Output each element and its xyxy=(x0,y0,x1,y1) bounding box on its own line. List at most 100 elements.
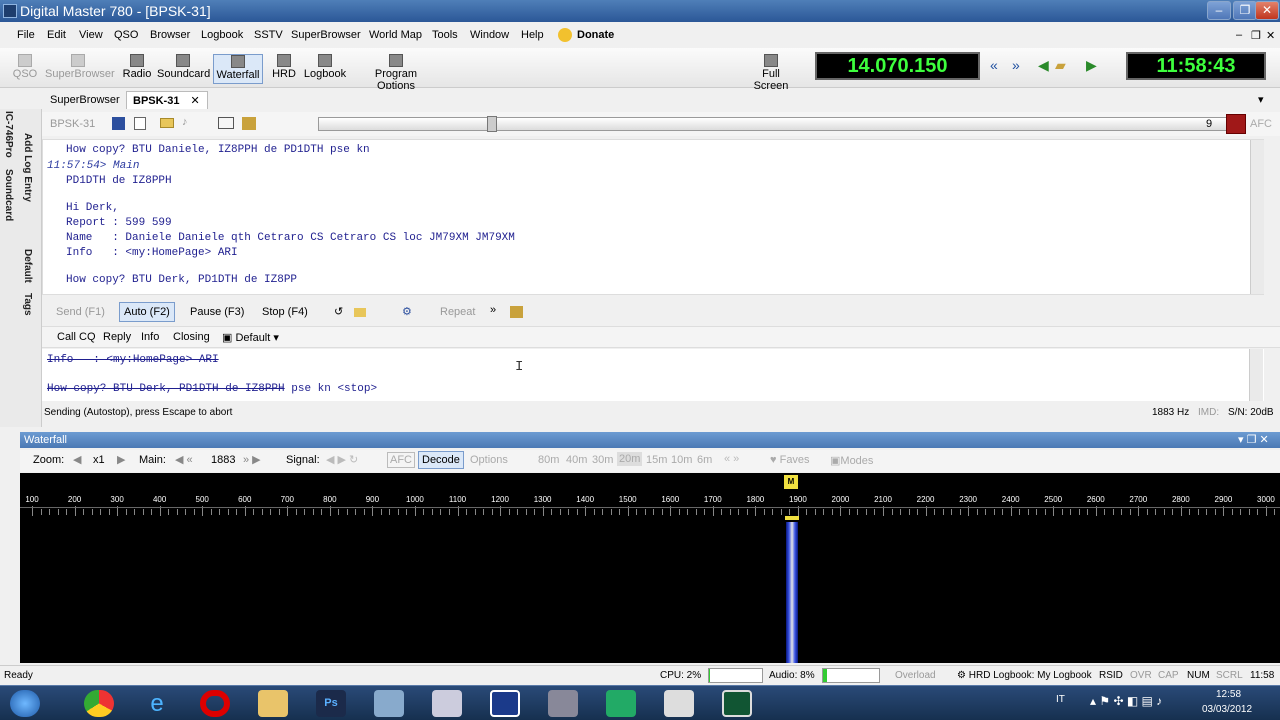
band-30m[interactable]: 30m xyxy=(592,454,613,466)
menu-world-map[interactable]: World Map xyxy=(369,29,422,41)
band-80m[interactable]: 80m xyxy=(538,454,559,466)
rx-scrollbar[interactable] xyxy=(1250,140,1264,294)
menu-file[interactable]: File xyxy=(17,29,35,41)
slider-thumb[interactable] xyxy=(487,116,497,132)
app-icon-misc[interactable] xyxy=(548,690,578,717)
waterfall-button[interactable]: Waterfall xyxy=(213,54,263,84)
macro-default-dropdown[interactable]: ▣ Default ▾ xyxy=(222,331,279,344)
app-icon-penguin[interactable] xyxy=(664,690,694,717)
sidebar-tab-default[interactable]: Default xyxy=(22,249,33,283)
sidebar-tab-tags[interactable]: Tags xyxy=(22,293,33,316)
save-icon[interactable] xyxy=(112,117,125,130)
superbrowser-button[interactable]: SuperBrowser xyxy=(45,54,115,84)
sidebar-tab-add-log-entry[interactable]: Add Log Entry xyxy=(22,133,33,202)
mode-select[interactable]: BPSK-31 xyxy=(50,118,95,130)
tab-menu-icon[interactable]: ▾ ✕ xyxy=(1252,91,1280,124)
modes-button[interactable]: ▣Modes xyxy=(830,454,873,467)
band-15m[interactable]: 15m xyxy=(646,454,667,466)
tab-bpsk31[interactable]: BPSK-31 ✕ xyxy=(126,91,208,109)
menu-donate[interactable]: Donate xyxy=(577,29,614,41)
start-button-icon[interactable] xyxy=(10,690,40,717)
print-icon[interactable] xyxy=(134,117,146,130)
back-arrow-icon[interactable]: ◀ xyxy=(1038,57,1049,74)
monitor-app-icon[interactable] xyxy=(722,690,752,717)
waterfall-options-button[interactable]: Options xyxy=(470,454,508,466)
undo-icon[interactable]: ↺ xyxy=(334,305,343,318)
language-indicator[interactable]: IT xyxy=(1056,694,1065,705)
stop-button[interactable]: Stop (F4) xyxy=(262,306,308,318)
calculator-icon[interactable] xyxy=(432,690,462,717)
band-10m[interactable]: 10m xyxy=(671,454,692,466)
menu-tools[interactable]: Tools xyxy=(432,29,458,41)
signal-nav-icon[interactable]: ◀ ▶ ↻ xyxy=(326,453,358,466)
program-options-button[interactable]: Program Options xyxy=(356,54,436,92)
forward-arrow-icon[interactable]: ▶ xyxy=(1086,57,1097,74)
minimize-button[interactable]: – xyxy=(1207,1,1231,20)
stop-record-button[interactable] xyxy=(1226,114,1246,134)
transmit-window[interactable]: Info : <my:HomePage> ARI How copy? BTU D… xyxy=(42,349,1264,401)
maximize-button[interactable]: ❐ xyxy=(1233,1,1257,20)
band-6m[interactable]: 6m xyxy=(697,454,712,466)
afc-toggle[interactable]: AFC xyxy=(387,452,415,468)
soundcard-button[interactable]: Soundcard xyxy=(157,54,210,84)
logbook-status[interactable]: ⚙ HRD Logbook: My Logbook xyxy=(957,666,1092,685)
main-left-icon[interactable]: ◀ « xyxy=(175,453,193,466)
sidebar-tab-soundcard[interactable]: Soundcard xyxy=(3,169,14,221)
chrome-icon[interactable] xyxy=(84,690,114,717)
menu-help[interactable]: Help xyxy=(521,29,544,41)
eraser-icon[interactable] xyxy=(160,118,174,128)
hrd-taskbar-icon[interactable] xyxy=(606,690,636,717)
sidebar-tab-ic746pro[interactable]: IC-746Pro xyxy=(3,111,14,158)
macro-reply[interactable]: Reply xyxy=(103,331,131,343)
macro-closing[interactable]: Closing xyxy=(173,331,210,343)
mdi-minimize-icon[interactable]: – xyxy=(1236,29,1242,41)
menu-edit[interactable]: Edit xyxy=(47,29,66,41)
auto-button[interactable]: Auto (F2) xyxy=(119,302,175,322)
main-marker[interactable]: M xyxy=(784,475,798,489)
frequency-slider[interactable] xyxy=(318,116,1238,132)
hrd-button[interactable]: HRD xyxy=(270,54,298,84)
menu-qso[interactable]: QSO xyxy=(114,29,138,41)
zoom-left-icon[interactable]: ◀ xyxy=(73,453,81,466)
mdi-close-icon[interactable]: ✕ xyxy=(1266,29,1275,42)
logbook-button[interactable]: Logbook xyxy=(303,54,347,84)
digital-master-taskbar-icon[interactable] xyxy=(490,690,520,717)
app-icon-notes[interactable] xyxy=(374,690,404,717)
main-right-icon[interactable]: » ▶ xyxy=(243,453,261,466)
options-icon[interactable] xyxy=(242,117,256,130)
macro-info[interactable]: Info xyxy=(141,331,159,343)
qso-button[interactable]: QSO xyxy=(10,54,40,84)
send-button[interactable]: Send (F1) xyxy=(56,306,105,318)
decode-button[interactable]: Decode xyxy=(418,451,464,469)
menu-view[interactable]: View xyxy=(79,29,103,41)
settings-gear-icon[interactable]: ⚙ xyxy=(402,305,412,318)
receive-window[interactable]: How copy? BTU Daniele, IZ8PPH de PD1DTH … xyxy=(42,139,1264,295)
bell-icon[interactable]: ♪ xyxy=(182,116,188,128)
clear-icon[interactable] xyxy=(354,308,366,317)
menu-sstv[interactable]: SSTV xyxy=(254,29,283,41)
menu-browser[interactable]: Browser xyxy=(150,29,190,41)
pause-button[interactable]: Pause (F3) xyxy=(190,306,244,318)
expand-icon[interactable]: » xyxy=(490,304,496,316)
tx-scrollbar[interactable] xyxy=(1249,349,1263,401)
menu-superbrowser[interactable]: SuperBrowser xyxy=(291,29,361,41)
photoshop-icon[interactable]: Ps xyxy=(316,690,346,717)
frequency-display[interactable]: 14.070.150 xyxy=(815,52,980,80)
waterfall-display[interactable] xyxy=(20,516,1280,663)
zoom-right-icon[interactable]: ▶ xyxy=(117,453,125,466)
tx-options-icon[interactable] xyxy=(510,306,523,318)
close-button[interactable]: ✕ xyxy=(1255,1,1279,20)
internet-explorer-icon[interactable]: e xyxy=(142,690,172,717)
band-nav-icon[interactable]: « » xyxy=(724,453,739,465)
menu-logbook[interactable]: Logbook xyxy=(201,29,243,41)
tab-superbrowser[interactable]: SuperBrowser xyxy=(44,91,126,109)
faves-button[interactable]: ♥ Faves xyxy=(770,454,810,466)
window-layout-icon[interactable] xyxy=(218,117,234,129)
tab-close-icon[interactable]: ✕ xyxy=(191,95,200,107)
repeat-button[interactable]: Repeat xyxy=(440,306,475,318)
band-40m[interactable]: 40m xyxy=(566,454,587,466)
full-screen-button[interactable]: Full Screen xyxy=(744,54,798,92)
macro-call-cq[interactable]: Call CQ xyxy=(57,331,96,343)
afc-button[interactable]: AFC xyxy=(1250,118,1272,130)
opera-icon[interactable] xyxy=(200,690,230,717)
